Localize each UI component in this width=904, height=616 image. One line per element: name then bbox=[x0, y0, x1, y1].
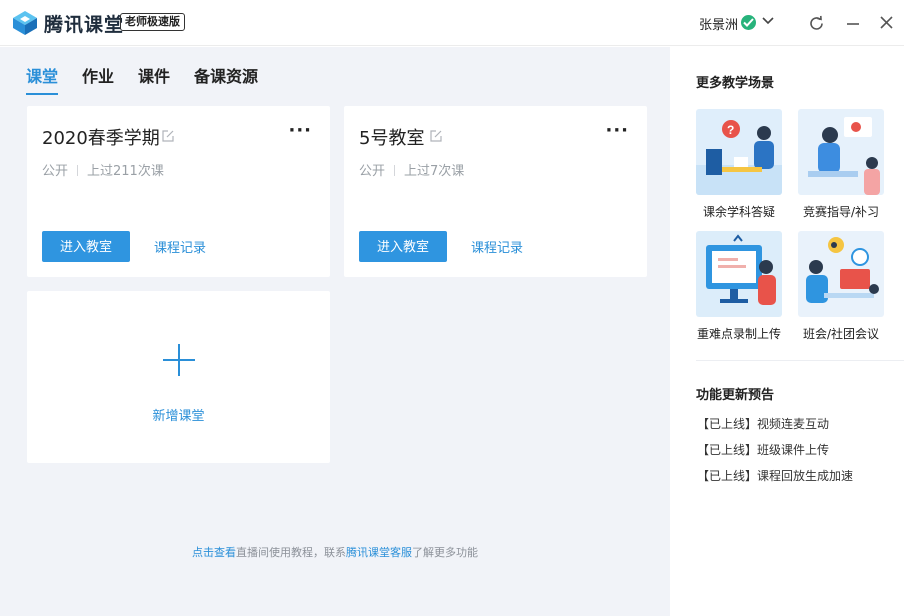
classroom-meta: 公开 上过7次课 bbox=[359, 160, 464, 179]
record-upload-illustration-icon[interactable] bbox=[696, 231, 782, 317]
tab-bar: 课堂 作业 课件 备课资源 bbox=[26, 63, 258, 95]
updates-heading: 功能更新预告 bbox=[696, 388, 775, 403]
edit-icon[interactable] bbox=[430, 130, 442, 142]
tutorial-link[interactable]: 点击查看 bbox=[192, 546, 236, 559]
user-name[interactable]: 张景洲 bbox=[699, 14, 738, 33]
help-footer: 点击查看直播间使用教程，联系腾讯课堂客服了解更多功能 bbox=[0, 544, 670, 560]
classroom-meta: 公开 上过211次课 bbox=[42, 160, 164, 179]
more-options-icon[interactable]: ··· bbox=[288, 122, 312, 140]
footer-text-end: 了解更多功能 bbox=[412, 546, 478, 559]
chevron-down-icon[interactable] bbox=[762, 17, 774, 25]
visibility-label: 公开 bbox=[359, 164, 386, 179]
qa-illustration-icon[interactable]: ? bbox=[696, 109, 782, 195]
close-icon[interactable] bbox=[879, 15, 894, 30]
tab-homework[interactable]: 作业 bbox=[82, 63, 114, 95]
meta-divider bbox=[394, 165, 396, 176]
visibility-label: 公开 bbox=[42, 164, 69, 179]
app-logo-icon bbox=[13, 11, 37, 35]
minimize-icon[interactable] bbox=[846, 15, 860, 32]
tab-resources[interactable]: 备课资源 bbox=[194, 63, 258, 95]
update-item: 【已上线】课程回放生成加速 bbox=[697, 469, 854, 483]
meeting-illustration-icon[interactable] bbox=[798, 231, 884, 317]
enter-classroom-button[interactable]: 进入教室 bbox=[359, 231, 447, 262]
course-record-link[interactable]: 课程记录 bbox=[154, 237, 206, 256]
verified-icon bbox=[741, 15, 756, 30]
support-link[interactable]: 腾讯课堂客服 bbox=[346, 546, 412, 559]
classroom-card: 5号教室 ··· 公开 上过7次课 进入教室 课程记录 bbox=[344, 106, 647, 277]
title-bar: 腾讯课堂 老师极速版 张景洲 bbox=[0, 0, 904, 46]
scene-label[interactable]: 课余学科答疑 bbox=[689, 203, 789, 220]
classroom-card: 2020春季学期 ··· 公开 上过211次课 进入教室 课程记录 bbox=[27, 106, 330, 277]
tab-classroom[interactable]: 课堂 bbox=[26, 63, 59, 95]
side-panel: 更多教学场景 ? 课余学科答疑 竞赛指导/补习 重难点录制上传 班会/社团会议 … bbox=[670, 47, 904, 616]
scene-label[interactable]: 重难点录制上传 bbox=[689, 325, 789, 342]
edition-badge: 老师极速版 bbox=[120, 13, 185, 31]
classroom-title: 5号教室 bbox=[359, 128, 425, 149]
scenes-heading: 更多教学场景 bbox=[696, 76, 775, 91]
course-record-link[interactable]: 课程记录 bbox=[471, 237, 523, 256]
add-classroom-label: 新增课堂 bbox=[152, 409, 205, 424]
session-count: 上过211次课 bbox=[87, 164, 164, 179]
refresh-icon[interactable] bbox=[808, 15, 825, 32]
footer-text: 直播间使用教程，联系 bbox=[236, 546, 346, 559]
app-brand: 腾讯课堂 bbox=[44, 14, 125, 36]
scene-label[interactable]: 班会/社团会议 bbox=[791, 325, 891, 342]
update-item: 【已上线】视频连麦互动 bbox=[697, 417, 830, 431]
main-content: 课堂 作业 课件 备课资源 2020春季学期 ··· 公开 上过211次课 进入教… bbox=[0, 47, 670, 616]
tutoring-illustration-icon[interactable] bbox=[798, 109, 884, 195]
plus-icon bbox=[163, 344, 195, 376]
edit-icon[interactable] bbox=[162, 130, 174, 142]
add-classroom-card[interactable]: 新增课堂 bbox=[27, 291, 330, 463]
update-item: 【已上线】班级课件上传 bbox=[697, 443, 830, 457]
more-options-icon[interactable]: ··· bbox=[605, 122, 629, 140]
section-divider bbox=[696, 360, 904, 361]
classroom-title: 2020春季学期 bbox=[42, 128, 160, 149]
tab-courseware[interactable]: 课件 bbox=[138, 63, 170, 95]
enter-classroom-button[interactable]: 进入教室 bbox=[42, 231, 130, 262]
session-count: 上过7次课 bbox=[404, 164, 465, 179]
meta-divider bbox=[77, 165, 79, 176]
svg-text:?: ? bbox=[727, 123, 734, 137]
scene-label[interactable]: 竞赛指导/补习 bbox=[791, 203, 891, 220]
